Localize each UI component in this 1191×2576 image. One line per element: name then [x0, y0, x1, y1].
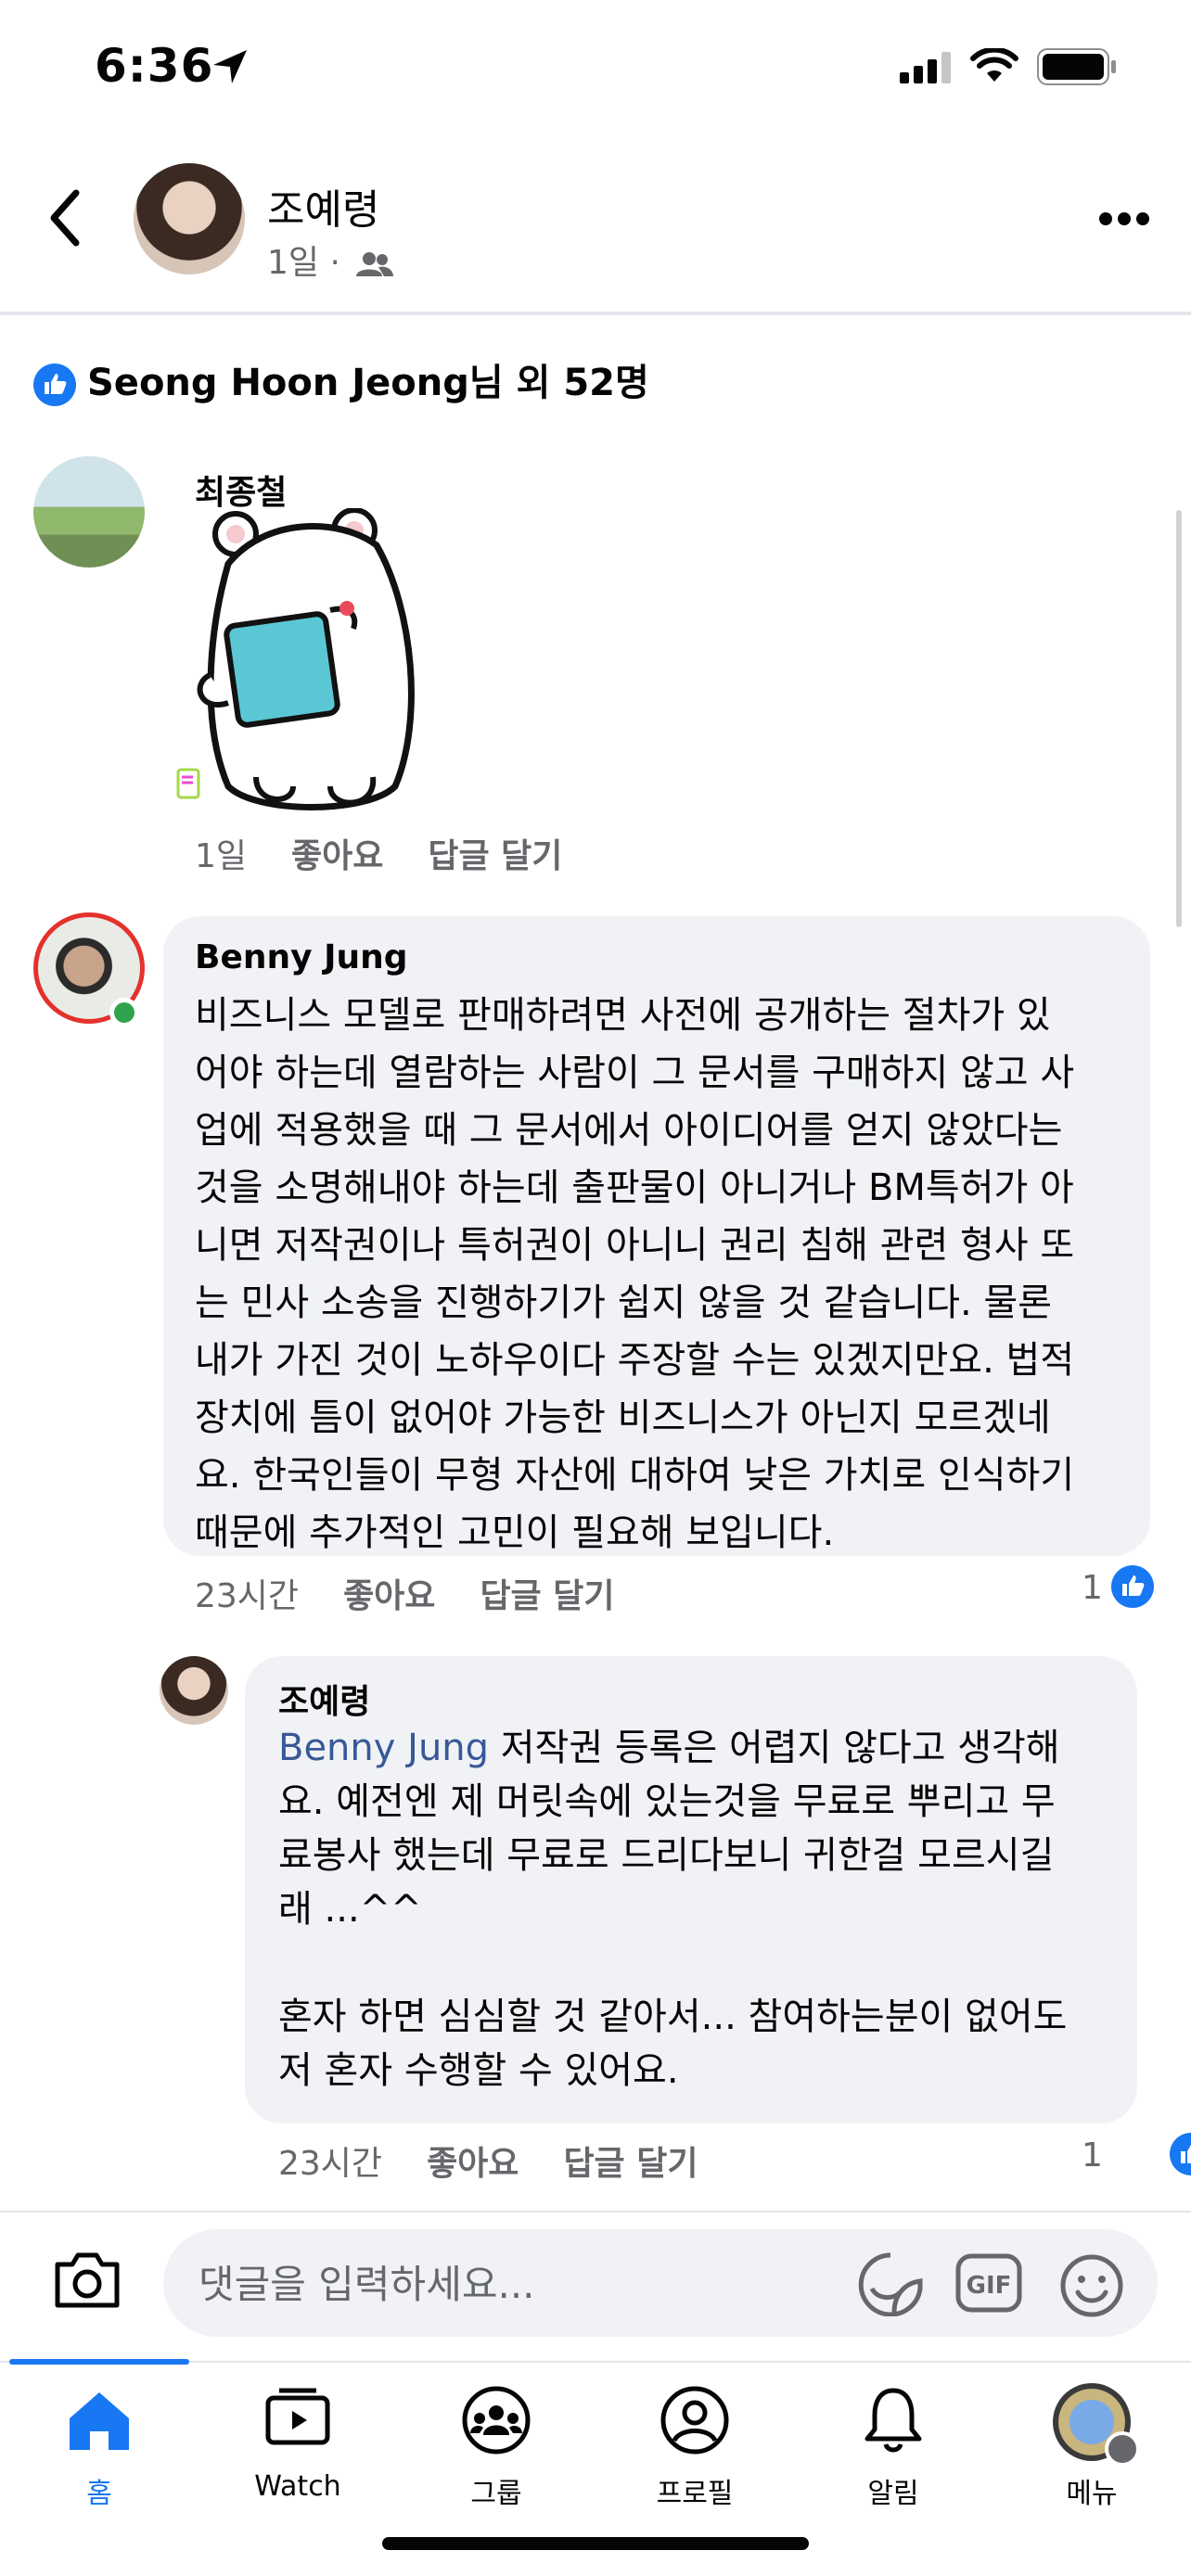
comment-actions: 1일 좋아요 답글 달기: [195, 829, 607, 877]
tab-label: 알림: [867, 2478, 919, 2510]
active-tab-indicator: [9, 2359, 189, 2365]
like-count[interactable]: 1: [1082, 2136, 1103, 2174]
comment-input[interactable]: [197, 2229, 850, 2339]
bell-icon: [864, 2388, 922, 2453]
comment-line: 요. 한국인들이 무형 자산에 대하여 낮은 가치로 인식하기: [195, 1454, 1075, 1497]
comment-line: 비즈니스 모델로 판매하려면 사전에 공개하는 절차가 있: [195, 994, 1051, 1037]
comment-line: 것을 소명해내야 하는데 출판물이 아니거나 BM특허가 아: [195, 1167, 1074, 1209]
watch-icon: [265, 2388, 330, 2445]
author-avatar[interactable]: [134, 163, 245, 274]
post-meta: 1일 ·: [267, 236, 394, 284]
more-options-icon[interactable]: [1098, 211, 1150, 226]
reply-author-avatar[interactable]: [160, 1656, 228, 1725]
scrollbar[interactable]: [1176, 510, 1182, 927]
comment-author[interactable]: Benny Jung: [195, 938, 408, 976]
sticker-icon[interactable]: [857, 2251, 924, 2316]
reply-link[interactable]: 답글 달기: [563, 2145, 698, 2183]
like-count[interactable]: 1: [1082, 1569, 1103, 1607]
tab-label: 그룹: [470, 2478, 522, 2510]
reply-time: 23시간: [278, 2145, 383, 2183]
header-divider: [0, 312, 1191, 315]
like-reaction-icon[interactable]: [1111, 1565, 1154, 1608]
tab-groups[interactable]: 그룹: [413, 2374, 580, 2513]
polar-bear-sticker: [197, 508, 415, 810]
tab-label: Watch: [254, 2470, 341, 2503]
profile-icon: [660, 2386, 729, 2455]
like-link[interactable]: 좋아요: [427, 2145, 519, 2183]
comment-time: 23시간: [195, 1577, 300, 1615]
tab-watch[interactable]: Watch: [214, 2374, 381, 2513]
post-author-name[interactable]: 조예령: [267, 176, 379, 236]
commenter-avatar[interactable]: [33, 456, 145, 567]
comment-line: 니면 저작권이나 특허권이 아니니 권리 침해 관련 형사 또: [195, 1224, 1075, 1267]
reply-actions: 23시간 좋아요 답글 달기: [278, 2136, 742, 2185]
comment-actions: 23시간 좋아요 답글 달기: [195, 1569, 659, 1617]
like-reaction-icon: [33, 363, 76, 406]
back-button[interactable]: [43, 185, 87, 250]
home-icon: [70, 2392, 129, 2450]
camera-icon[interactable]: [52, 2250, 122, 2311]
friends-audience-icon: [356, 252, 394, 276]
like-link[interactable]: 좋아요: [291, 837, 383, 875]
comment-line: 어야 하는데 열람하는 사람이 그 문서를 구매하지 않고 사: [195, 1052, 1075, 1094]
comment-text: 비즈니스 모델로 판매하려면 사전에 공개하는 절차가 있 어야 하는데 열람하…: [195, 987, 1122, 1562]
like-reaction-icon[interactable]: [1170, 2133, 1191, 2175]
tab-label: 프로필: [656, 2478, 734, 2510]
tab-home[interactable]: 홈: [16, 2374, 183, 2513]
status-time: 6:36: [95, 39, 214, 93]
comment-author[interactable]: 최종철: [195, 465, 287, 514]
reactions-text: Seong Hoon Jeong님 외 52명: [87, 362, 649, 404]
cellular-signal-icon: [900, 52, 951, 83]
post-time: 1일 ·: [267, 244, 340, 282]
tab-label: 홈: [86, 2478, 112, 2510]
mention-link[interactable]: Benny Jung: [278, 1727, 489, 1769]
tab-label: 메뉴: [1066, 2478, 1118, 2510]
comment-line: 는 민사 소송을 진행하기가 쉽지 않을 것 같습니다. 물론: [195, 1282, 1053, 1324]
sticker-source-icon: [176, 768, 200, 799]
reply-line: 혼자 하면 심심할 것 같아서... 참여하는분이 없어도: [278, 1996, 1068, 2038]
menu-hamburger-icon: [1105, 2431, 1140, 2467]
reply-line: 래 ...^^: [278, 1888, 422, 1931]
comment-line: 내가 가진 것이 노하우이다 주장할 수는 있겠지만요. 법적: [195, 1339, 1075, 1382]
comment-line: 업에 적용했을 때 그 문서에서 아이디어를 얻지 않았다는: [195, 1109, 1063, 1152]
reply-line: [278, 1936, 1113, 1990]
reply-line: 요. 예전엔 제 머릿속에 있는것을 무료로 뿌리고 무: [278, 1780, 1056, 1823]
reply-author[interactable]: 조예령: [278, 1675, 370, 1723]
home-indicator: [382, 2537, 809, 2550]
comment-line: 때문에 추가적인 고민이 필요해 보입니다.: [195, 1511, 835, 1554]
tab-profile[interactable]: 프로필: [611, 2374, 778, 2513]
reply-link[interactable]: 답글 달기: [480, 1577, 614, 1615]
svg-text:GIF: GIF: [967, 2272, 1012, 2300]
comment-time: 1일: [195, 837, 248, 875]
reply-text: Benny Jung 저작권 등록은 어렵지 않다고 생각해 요. 예전엔 제 …: [278, 1721, 1113, 2098]
online-status-dot: [109, 998, 139, 1027]
location-arrow-icon: [213, 50, 247, 83]
reply-line: 저작권 등록은 어렵지 않다고 생각해: [489, 1727, 1060, 1769]
tab-menu[interactable]: 메뉴: [1008, 2374, 1175, 2513]
gif-icon[interactable]: GIF: [955, 2253, 1022, 2313]
reply-line: 저 혼자 수행할 수 있어요.: [278, 2049, 679, 2092]
battery-icon: [1037, 48, 1116, 85]
reply-line: 료봉사 했는데 무료로 드리다보니 귀한걸 모르시길: [278, 1834, 1055, 1877]
reactions-summary[interactable]: Seong Hoon Jeong님 외 52명: [33, 352, 649, 406]
tab-notifications[interactable]: 알림: [810, 2374, 977, 2513]
groups-icon: [462, 2386, 531, 2455]
composer-divider: [0, 2211, 1191, 2213]
comment-line: 장치에 틈이 없어야 가능한 비즈니스가 아닌지 모르겠네: [195, 1396, 1051, 1439]
reply-link[interactable]: 답글 달기: [428, 837, 562, 875]
like-link[interactable]: 좋아요: [343, 1577, 435, 1615]
emoji-icon[interactable]: [1059, 2253, 1124, 2318]
wifi-icon: [970, 48, 1018, 82]
